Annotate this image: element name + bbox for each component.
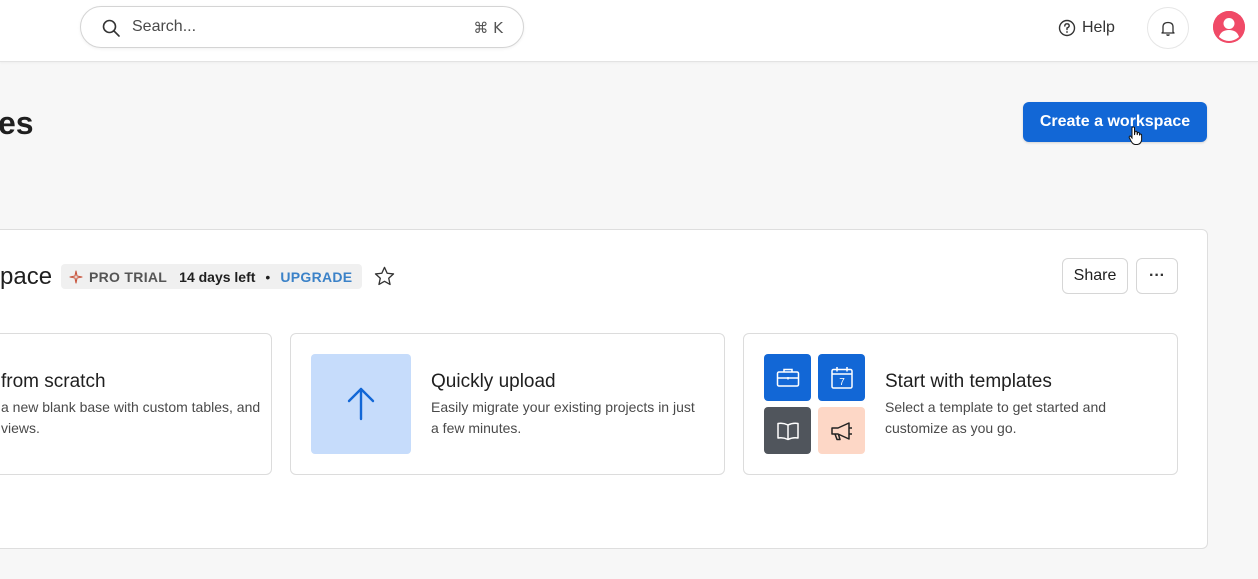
book-icon xyxy=(776,421,799,440)
top-bar: Search... ⌘ K Help xyxy=(0,0,1258,62)
briefcase-icon xyxy=(776,368,799,387)
option-description: a new blank base with custom tables, and… xyxy=(1,399,261,436)
plan-label: PRO TRIAL xyxy=(89,268,168,285)
help-circle-icon xyxy=(1058,19,1076,37)
quickly-upload-card[interactable]: Quickly upload Easily migrate your exist… xyxy=(290,333,725,475)
upload-thumbnail xyxy=(311,354,411,454)
megaphone-tile xyxy=(818,407,865,454)
option-title: from scratch xyxy=(1,371,106,392)
star-icon[interactable] xyxy=(373,265,396,288)
start-from-scratch-card[interactable]: from scratch a new blank base with custo… xyxy=(0,333,272,475)
badge-separator: • xyxy=(265,268,271,285)
page-title: es xyxy=(0,105,34,141)
search-icon xyxy=(102,19,120,37)
days-left: 14 days left xyxy=(179,268,256,285)
calendar-day: 7 xyxy=(839,377,845,388)
help-button[interactable]: Help xyxy=(1058,17,1115,39)
search-shortcut: ⌘ K xyxy=(473,19,503,37)
option-description: Select a template to get started and cus… xyxy=(885,399,1107,436)
help-label: Help xyxy=(1082,19,1115,36)
more-options-button[interactable]: ··· xyxy=(1136,258,1178,294)
workspace-name[interactable]: pace xyxy=(0,263,52,291)
sparkle-icon xyxy=(69,269,83,284)
create-workspace-button[interactable]: Create a workspace xyxy=(1023,102,1207,142)
book-tile xyxy=(764,407,811,454)
bell-icon xyxy=(1161,21,1175,36)
briefcase-tile xyxy=(764,354,811,401)
megaphone-icon xyxy=(830,421,852,440)
avatar[interactable] xyxy=(1213,11,1245,43)
hand-cursor-icon xyxy=(1128,126,1143,145)
calendar-tile: 7 xyxy=(818,354,865,401)
option-title: Quickly upload xyxy=(431,371,556,392)
calendar-icon: 7 xyxy=(830,366,853,389)
option-description: Easily migrate your existing projects in… xyxy=(431,399,695,436)
notifications-button[interactable] xyxy=(1147,7,1189,49)
start-with-templates-card[interactable]: 7 Start with templates Select a template… xyxy=(743,333,1178,475)
user-avatar-icon xyxy=(1213,11,1245,43)
option-title: Start with templates xyxy=(885,371,1052,392)
pro-trial-badge: PRO TRIAL 14 days left • UPGRADE xyxy=(61,264,363,289)
search-placeholder: Search... xyxy=(132,18,197,35)
arrow-up-icon xyxy=(347,387,375,421)
search-bar[interactable]: Search... ⌘ K xyxy=(80,6,524,48)
share-button[interactable]: Share xyxy=(1062,258,1128,294)
upgrade-link[interactable]: UPGRADE xyxy=(280,269,352,285)
